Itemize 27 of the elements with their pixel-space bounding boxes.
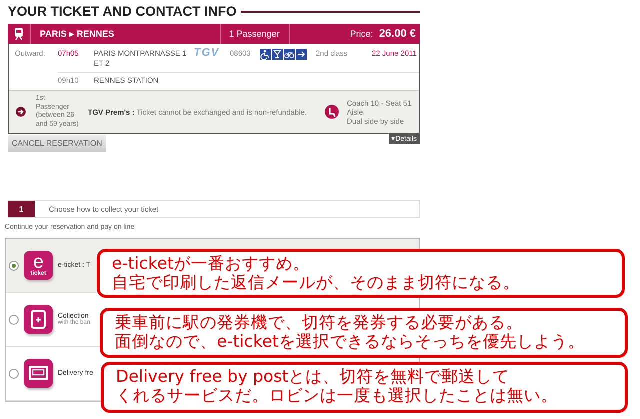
bicycle-icon [284, 49, 295, 60]
annotation-text: くれるサービスだ。ロビンは一度も選択したことは無い。 [116, 386, 558, 405]
train-icon [14, 28, 24, 40]
seat-icon [325, 105, 339, 119]
annotation-text: e-ticketが一番おすすめ。 [112, 254, 310, 273]
radio-button[interactable] [9, 368, 19, 378]
train-logo: TGV [194, 47, 221, 59]
arrow-icon [296, 49, 307, 60]
radio-button[interactable] [9, 260, 19, 270]
wheelchair-icon [260, 49, 271, 60]
annotation-text: 乗車前に駅の発券機で、切符を発券する必要がある。 [115, 313, 523, 332]
step-number: 1 [8, 201, 35, 217]
price-value: 26.00 € [379, 27, 417, 42]
passenger-count: 1 Passenger [221, 24, 290, 44]
annotation-text: Delivery free by postとは、切符を無料で郵送して [116, 367, 510, 386]
arrow-circle-icon [16, 107, 26, 117]
route-label: PARIS ▸ RENNES [31, 24, 222, 44]
bar-glass-icon [272, 49, 283, 60]
ticket-machine-icon [24, 305, 53, 334]
annotation-text: 面倒なので、e-ticketを選択できるならそっちを優先しよう。 [115, 332, 585, 351]
radio-button[interactable] [9, 314, 19, 324]
annotation-text: 自宅で印刷した返信メールが、そのまま切符になる。 [112, 273, 520, 292]
price-label: Price: [349, 28, 374, 41]
page-heading: YOUR TICKET AND CONTACT INFO [8, 4, 237, 19]
envelope-icon [24, 359, 53, 388]
icon-letter: e [33, 254, 44, 270]
cancel-button[interactable]: CANCEL RESERVATION [8, 135, 106, 152]
